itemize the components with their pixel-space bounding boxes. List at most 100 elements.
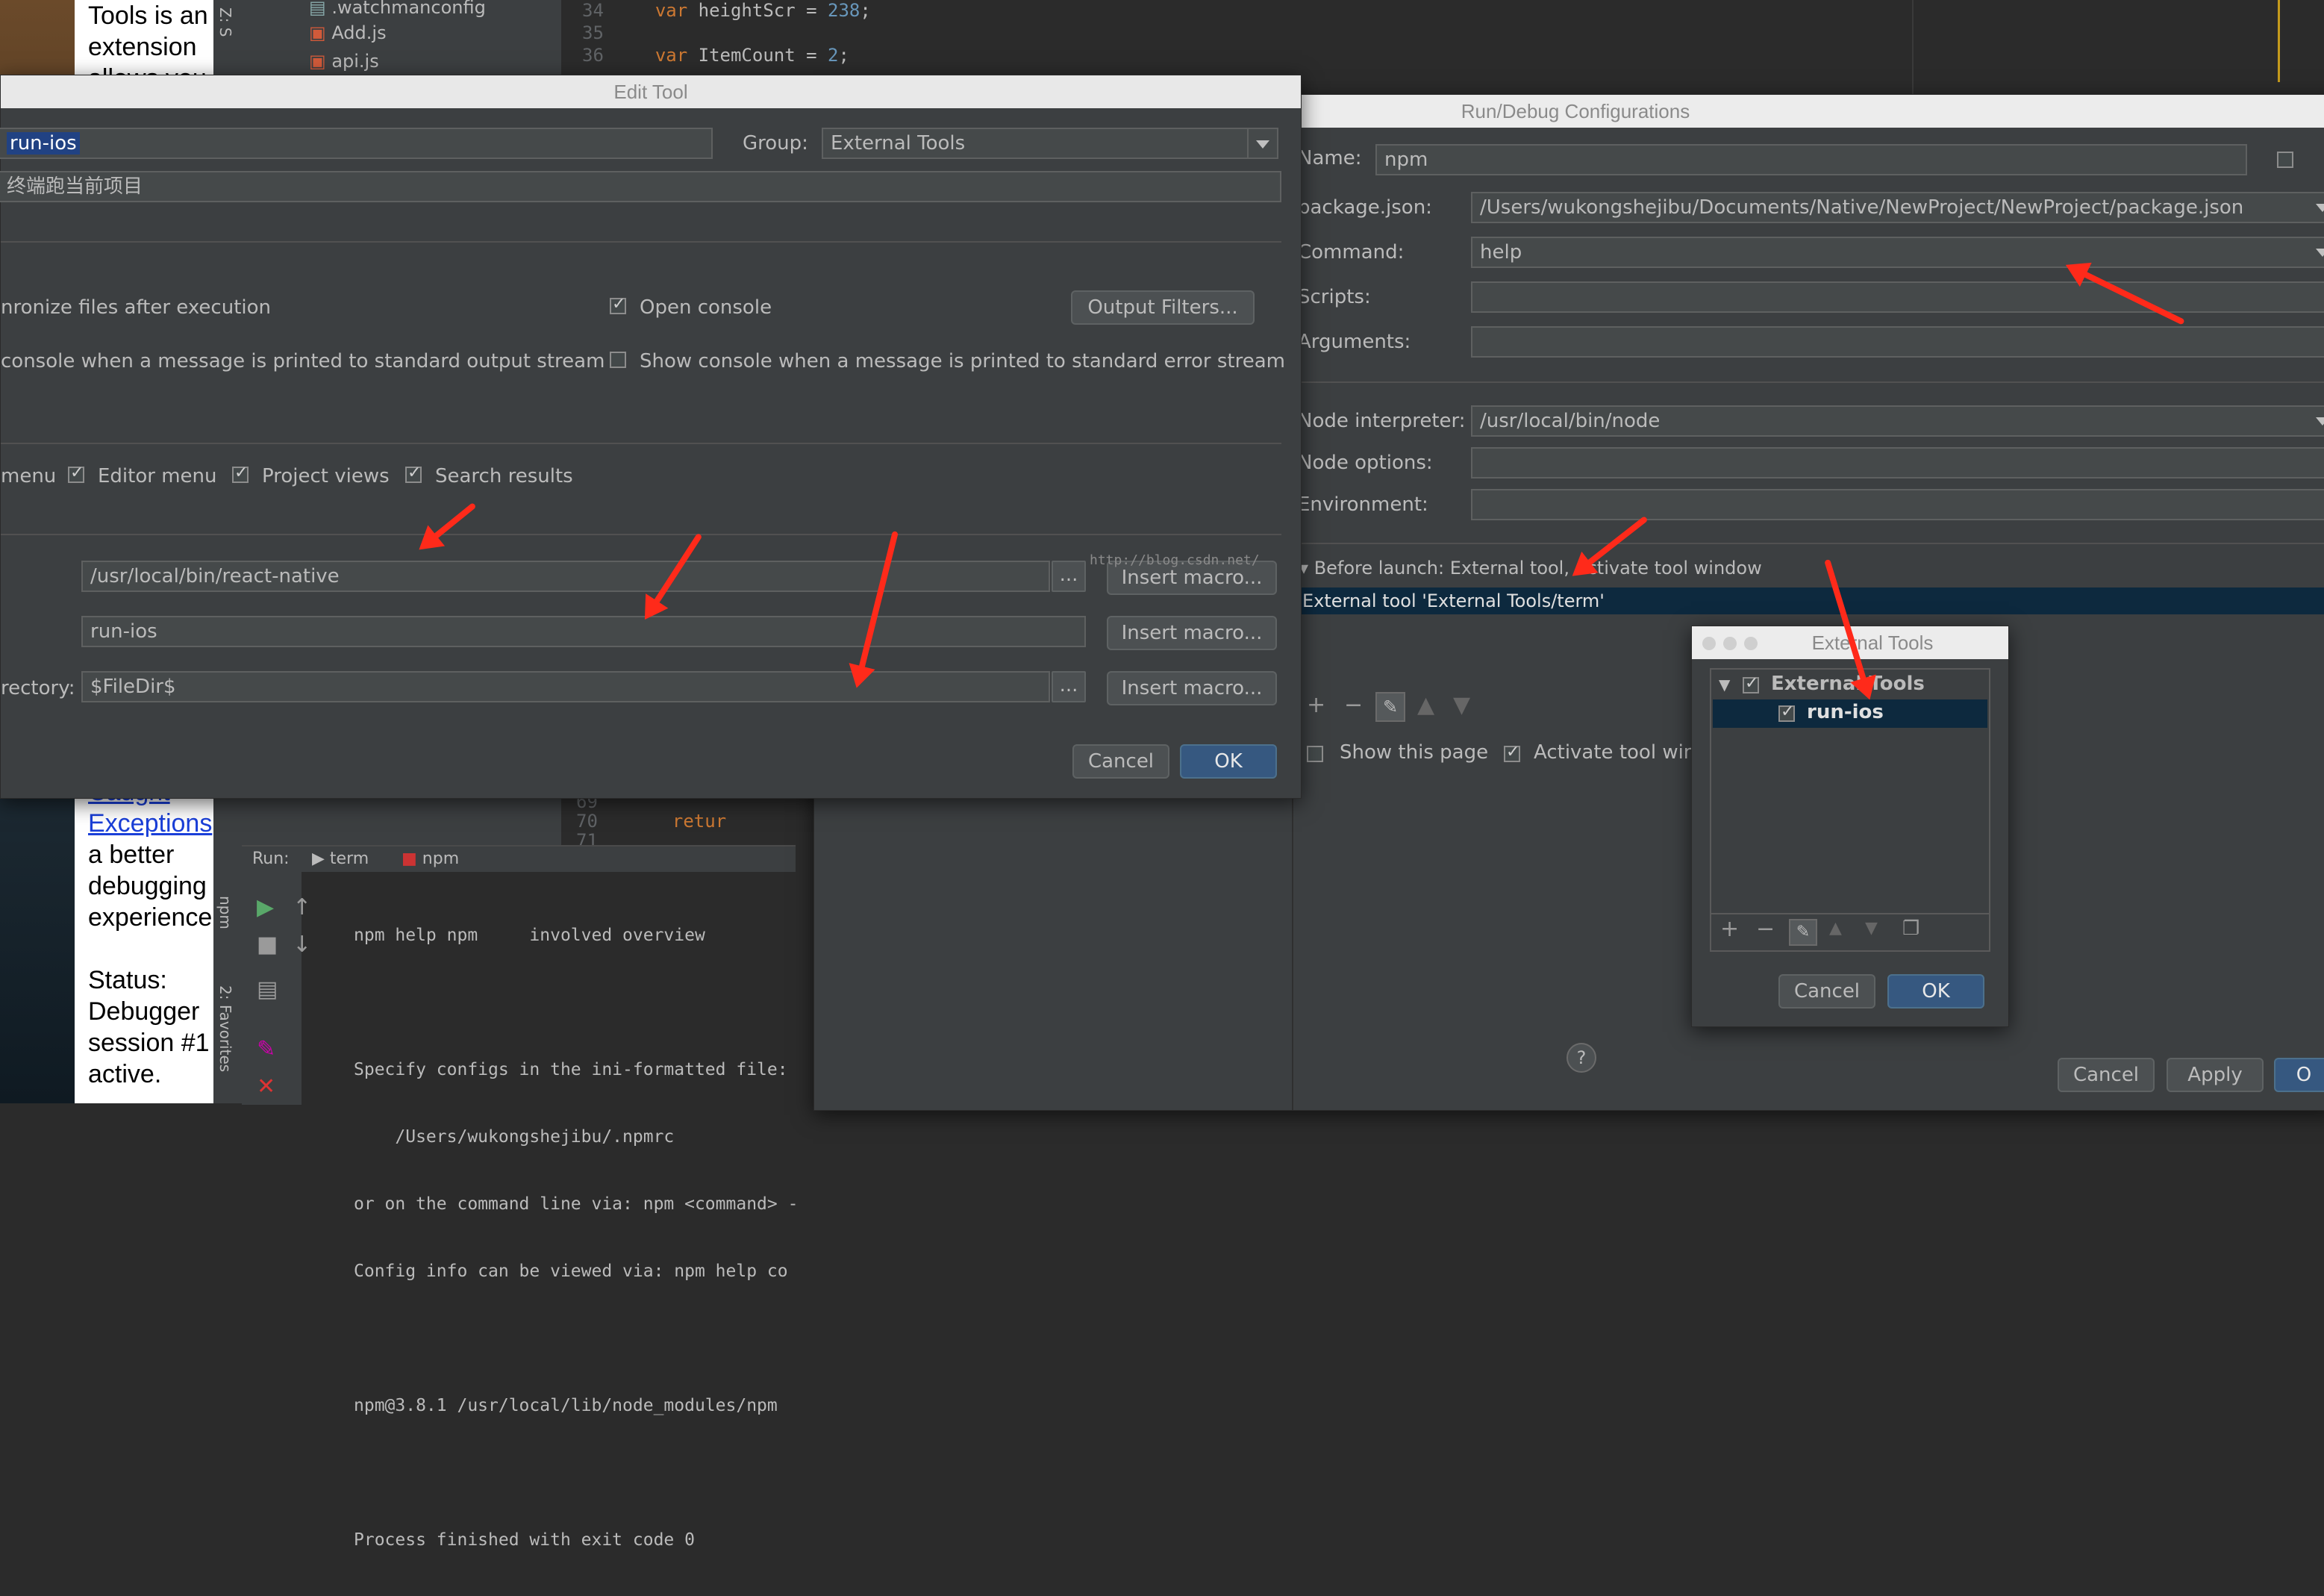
help-line: Tools is an (88, 1, 208, 30)
window-zoom-icon[interactable] (1744, 637, 1758, 650)
chevron-down-icon[interactable] (2316, 204, 2324, 212)
code-keyword: var (655, 45, 688, 66)
tool-item-label[interactable]: run-ios (1807, 701, 1884, 723)
show-page-checkbox[interactable] (1307, 746, 1323, 762)
run-label: Run: (252, 850, 290, 868)
help-spacer (88, 933, 215, 964)
apply-button[interactable]: Apply (2167, 1058, 2264, 1092)
edit-icon[interactable]: ✎ (1375, 692, 1405, 722)
remove-icon[interactable]: − (1344, 692, 1363, 718)
before-launch-header[interactable]: ▾ Before launch: External tool, Activate… (1299, 558, 1762, 579)
chevron-down-icon[interactable] (1256, 140, 1269, 149)
tool-group-label[interactable]: External Tools (1771, 673, 1925, 695)
expand-triangle-icon[interactable]: ▼ (1719, 676, 1730, 693)
window-minimize-icon[interactable] (1723, 637, 1737, 650)
code-line: 70 retur (576, 811, 726, 832)
help-link[interactable]: Exceptions (88, 808, 215, 839)
tree-file[interactable]: ▣ api.js (309, 51, 379, 72)
npm-side-tab[interactable]: npm (216, 896, 234, 929)
chevron-down-icon[interactable] (2316, 417, 2324, 426)
move-down-icon[interactable]: ▼ (1865, 919, 1878, 938)
code-identifier: ItemCount (698, 45, 796, 66)
group-select[interactable]: External Tools (822, 128, 1278, 159)
scroll-up-icon[interactable]: ↑ (293, 894, 311, 920)
ok-button[interactable]: OK (1180, 744, 1277, 779)
node-interpreter-field[interactable]: /usr/local/bin/node (1471, 405, 2324, 437)
divider (1, 241, 1281, 243)
working-directory-field[interactable]: $FileDir$ (81, 671, 1050, 702)
browse-button[interactable]: ... (1052, 561, 1086, 592)
edit-icon[interactable]: ✎ (1789, 919, 1817, 946)
tool-checkbox[interactable] (1778, 702, 1795, 722)
move-down-icon[interactable]: ▼ (1453, 692, 1470, 718)
browse-button[interactable]: ... (1052, 671, 1086, 702)
pin-icon[interactable]: ✎ (257, 1036, 275, 1062)
edit-tool-dialog: Edit Tool run-ios Group: External Tools … (0, 75, 1302, 799)
line-number: 35 (582, 22, 604, 43)
external-tools-dialog: External Tools ▼ External Tools run-ios … (1691, 626, 2009, 1027)
open-console-checkbox[interactable] (610, 295, 626, 314)
config-name-field[interactable]: npm (1375, 144, 2247, 175)
remove-icon[interactable]: − (1756, 916, 1775, 942)
ok-button[interactable]: O (2274, 1058, 2324, 1092)
program-field[interactable]: /usr/local/bin/react-native (81, 561, 1050, 592)
ok-button[interactable]: OK (1887, 974, 1984, 1009)
structure-tab[interactable]: Z: S (216, 7, 234, 37)
description-field[interactable]: 终端跑当前项目 (0, 171, 1281, 202)
parameters-field[interactable]: run-ios (81, 616, 1086, 647)
show-page-label: Show this page (1340, 741, 1489, 764)
node-options-field[interactable] (1471, 447, 2324, 479)
command-field[interactable]: help (1471, 237, 2324, 268)
chevron-down-icon[interactable] (2316, 249, 2324, 257)
tree-file[interactable]: ▤ .watchmanconfig (309, 0, 486, 18)
insert-macro-button[interactable]: Insert macro... (1107, 616, 1277, 650)
cancel-button[interactable]: Cancel (2058, 1058, 2155, 1092)
share-checkbox[interactable] (2277, 152, 2293, 168)
search-results-checkbox[interactable] (405, 464, 422, 483)
help-icon[interactable]: ? (1566, 1043, 1596, 1073)
cancel-button[interactable]: Cancel (1778, 974, 1875, 1009)
run-tab-term[interactable]: ▶ term (312, 850, 369, 868)
show-stderr-label: Show console when a message is printed t… (640, 350, 1285, 372)
environment-field[interactable] (1471, 489, 2324, 520)
move-up-icon[interactable]: ▲ (1829, 919, 1842, 938)
output-filters-button[interactable]: Output Filters... (1071, 290, 1255, 325)
stop-icon[interactable]: ■ (257, 932, 278, 958)
cancel-button[interactable]: Cancel (1072, 744, 1169, 779)
activate-window-checkbox[interactable] (1504, 743, 1520, 762)
help-line: extension (88, 33, 197, 61)
add-icon[interactable]: + (1307, 692, 1325, 718)
run-tab-npm[interactable]: ■ npm (402, 850, 459, 868)
add-icon[interactable]: + (1720, 916, 1739, 942)
node-interpreter-label: Node interpreter: (1298, 410, 1466, 432)
insert-macro-button[interactable]: Insert macro... (1107, 671, 1277, 705)
dialog-title: External Tools (1811, 632, 1934, 654)
tools-toolbar: + − ✎ ▲ ▼ ❐ (1710, 914, 1990, 952)
group-checkbox[interactable] (1743, 674, 1759, 693)
package-json-field[interactable]: /Users/wukongshejibu/Documents/Native/Ne… (1471, 192, 2324, 223)
window-close-icon[interactable] (1702, 637, 1716, 650)
sync-files-label: nronize files after execution (1, 296, 271, 319)
console-line: or on the command line via: npm <command… (354, 1194, 799, 1214)
close-icon[interactable]: ✕ (257, 1073, 275, 1100)
copy-icon[interactable]: ❐ (1902, 917, 1920, 940)
scripts-field[interactable] (1471, 281, 2324, 313)
rerun-icon[interactable]: ▶ (257, 894, 274, 920)
arguments-field[interactable] (1471, 326, 2324, 358)
console-line: /Users/wukongshejibu/.npmrc (354, 1127, 675, 1147)
tree-file[interactable]: ▣ Add.js (309, 22, 387, 43)
project-views-checkbox[interactable] (232, 464, 249, 483)
favorites-side-tab[interactable]: 2: Favorites (216, 985, 234, 1072)
scroll-down-icon[interactable]: ↓ (293, 932, 311, 958)
tool-name-field[interactable]: run-ios (0, 128, 713, 159)
move-up-icon[interactable]: ▲ (1417, 692, 1434, 718)
divider (1, 443, 1281, 444)
before-launch-item[interactable]: External tool 'External Tools/term' (1295, 587, 2324, 614)
package-json-label: package.json: (1298, 196, 1432, 219)
layout-icon[interactable]: ▤ (257, 976, 278, 1003)
show-stderr-checkbox[interactable] (610, 352, 626, 368)
divider (1298, 543, 2324, 544)
file-name: api.js (331, 51, 379, 72)
editor-menu-checkbox[interactable] (68, 464, 84, 483)
